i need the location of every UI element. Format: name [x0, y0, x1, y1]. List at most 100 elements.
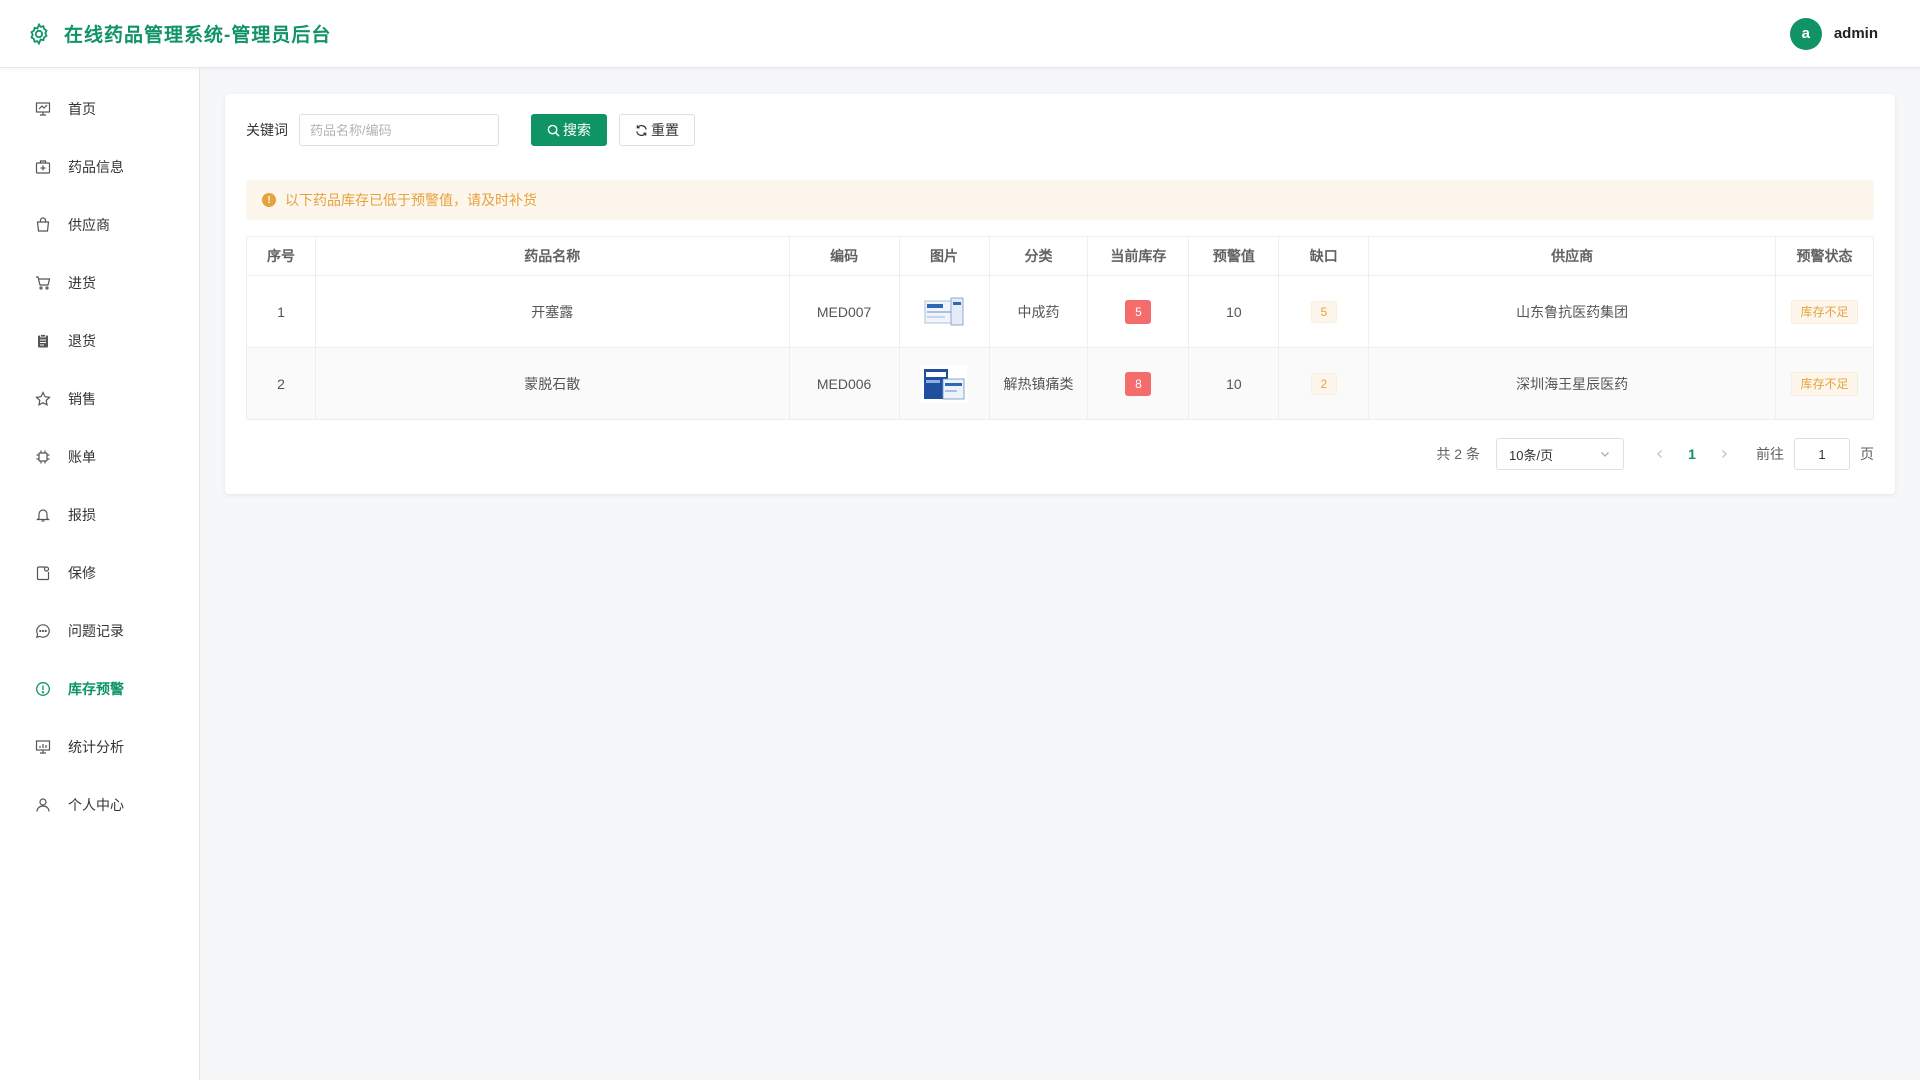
- cell-gap: 2: [1278, 347, 1370, 420]
- sidebar: 首页 药品信息 供应商 进货 退货 销售 账单 报损 保修 问题记录 库存预警 …: [0, 68, 200, 1080]
- sidebar-item-label: 问题记录: [68, 623, 124, 639]
- cell-stock: 5: [1087, 275, 1190, 348]
- stock-badge: 8: [1125, 371, 1152, 396]
- reset-button-label: 重置: [651, 122, 679, 138]
- sidebar-item-return[interactable]: 退货: [0, 312, 199, 370]
- warning-circle-icon: [34, 680, 52, 698]
- sidebar-item-label: 统计分析: [68, 739, 124, 755]
- sidebar-item-bill[interactable]: 账单: [0, 428, 199, 486]
- medicine-thumbnail[interactable]: [921, 292, 968, 331]
- goto-page-input[interactable]: [1794, 438, 1850, 470]
- sidebar-item-label: 个人中心: [68, 797, 124, 813]
- refresh-icon: [636, 124, 647, 136]
- sidebar-item-label: 报损: [68, 507, 96, 523]
- cell-supplier: 深圳海王星辰医药: [1368, 347, 1776, 420]
- reset-button[interactable]: 重置: [619, 114, 695, 146]
- table-header-row: 序号 药品名称 编码 图片 分类 当前库存 预警值 缺口 供应商 预警状态: [246, 236, 1875, 276]
- cell-image: [898, 275, 990, 348]
- sidebar-item-profile[interactable]: 个人中心: [0, 776, 199, 834]
- column-header-index: 序号: [246, 236, 316, 276]
- sidebar-item-label: 账单: [68, 449, 96, 465]
- presentation-icon: [34, 100, 52, 118]
- sidebar-item-purchase[interactable]: 进货: [0, 254, 199, 312]
- brand: 在线药品管理系统-管理员后台: [26, 20, 331, 47]
- sidebar-item-label: 供应商: [68, 217, 110, 233]
- medicine-thumbnail[interactable]: [921, 364, 968, 403]
- column-header-category: 分类: [988, 236, 1089, 276]
- search-icon: [547, 124, 560, 137]
- chat-bubble-icon: [34, 622, 52, 640]
- column-header-status: 预警状态: [1774, 236, 1875, 276]
- column-header-threshold: 预警值: [1188, 236, 1280, 276]
- cell-code: MED006: [788, 347, 900, 420]
- status-badge: 库存不足: [1791, 371, 1858, 396]
- cell-threshold: 10: [1188, 275, 1280, 348]
- repair-icon: [34, 564, 52, 582]
- sidebar-item-label: 销售: [68, 391, 96, 407]
- shopping-bag-icon: [34, 216, 52, 234]
- column-header-code: 编码: [788, 236, 900, 276]
- cell-status: 库存不足: [1774, 275, 1875, 348]
- alert-text: 以下药品库存已低于预警值，请及时补货: [285, 192, 537, 208]
- bell-icon: [34, 506, 52, 524]
- content-card: 关键词 搜索 重置 ! 以下药品库存已低于预警值，请及时补货 序号: [225, 94, 1895, 494]
- medicine-box-icon: [34, 158, 52, 176]
- sidebar-item-medicine-info[interactable]: 药品信息: [0, 138, 199, 196]
- sidebar-item-stock-warning[interactable]: 库存预警: [0, 660, 199, 718]
- sidebar-item-label: 库存预警: [68, 681, 124, 697]
- cpu-icon: [34, 448, 52, 466]
- table-row: 2 蒙脱石散 MED006 解热镇痛类 8 10 2 深圳海王星辰医药 库存不足: [246, 347, 1875, 420]
- column-header-stock: 当前库存: [1087, 236, 1190, 276]
- gear-icon: [26, 21, 52, 47]
- sidebar-item-sales[interactable]: 销售: [0, 370, 199, 428]
- pagination-total: 共 2 条: [1436, 446, 1480, 462]
- sidebar-item-issue-log[interactable]: 问题记录: [0, 602, 199, 660]
- search-button[interactable]: 搜索: [531, 114, 607, 146]
- cart-icon: [34, 274, 52, 292]
- sidebar-item-home[interactable]: 首页: [0, 80, 199, 138]
- cell-category: 中成药: [988, 275, 1089, 348]
- sidebar-item-supplier[interactable]: 供应商: [0, 196, 199, 254]
- next-page-button[interactable]: [1708, 438, 1740, 470]
- search-button-label: 搜索: [563, 122, 591, 138]
- page-number-current[interactable]: 1: [1676, 438, 1708, 470]
- search-input[interactable]: [299, 114, 499, 146]
- gap-badge: 2: [1310, 372, 1337, 395]
- username[interactable]: admin: [1834, 25, 1878, 42]
- cell-category: 解热镇痛类: [988, 347, 1089, 420]
- sidebar-item-warranty[interactable]: 保修: [0, 544, 199, 602]
- sidebar-item-statistics[interactable]: 统计分析: [0, 718, 199, 776]
- clipboard-icon: [34, 332, 52, 350]
- warning-icon: !: [262, 193, 276, 207]
- user-icon: [34, 796, 52, 814]
- star-icon: [34, 390, 52, 408]
- sidebar-item-label: 首页: [68, 101, 96, 117]
- avatar[interactable]: a: [1789, 17, 1822, 50]
- column-header-supplier: 供应商: [1368, 236, 1776, 276]
- cell-index: 1: [246, 275, 316, 348]
- top-header: 在线药品管理系统-管理员后台 a admin: [0, 0, 1920, 68]
- chevron-left-icon: [1657, 450, 1662, 458]
- cell-supplier: 山东鲁抗医药集团: [1368, 275, 1776, 348]
- page-size-value: 10条/页: [1509, 447, 1554, 463]
- chevron-down-icon: [1601, 452, 1609, 457]
- cell-name: 开塞露: [314, 275, 790, 348]
- gap-badge: 5: [1310, 300, 1337, 323]
- cell-code: MED007: [788, 275, 900, 348]
- chevron-right-icon: [1722, 450, 1727, 458]
- column-header-image: 图片: [898, 236, 990, 276]
- column-header-name: 药品名称: [314, 236, 790, 276]
- prev-page-button[interactable]: [1644, 438, 1676, 470]
- sidebar-item-label: 进货: [68, 275, 96, 291]
- main-content: 关键词 搜索 重置 ! 以下药品库存已低于预警值，请及时补货 序号: [200, 68, 1920, 1080]
- cell-threshold: 10: [1188, 347, 1280, 420]
- stock-warning-alert: ! 以下药品库存已低于预警值，请及时补货: [246, 180, 1874, 220]
- search-label: 关键词: [246, 122, 288, 138]
- cell-status: 库存不足: [1774, 347, 1875, 420]
- page-size-select[interactable]: 10条/页: [1496, 438, 1624, 470]
- column-header-gap: 缺口: [1278, 236, 1370, 276]
- cell-image: [898, 347, 990, 420]
- chart-board-icon: [34, 738, 52, 756]
- sidebar-item-loss-report[interactable]: 报损: [0, 486, 199, 544]
- user-menu[interactable]: a admin: [1789, 17, 1894, 50]
